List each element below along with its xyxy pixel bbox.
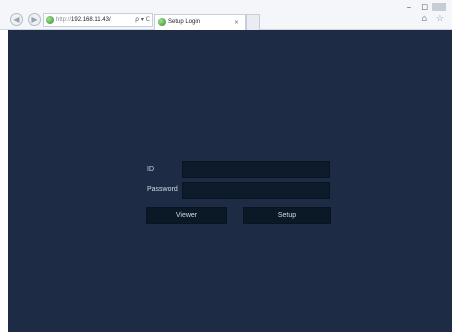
window-close-icon[interactable] bbox=[432, 3, 446, 11]
id-label: ID bbox=[147, 166, 154, 173]
window-controls-glyphs[interactable]: ‒ □ bbox=[407, 3, 432, 11]
address-protocol: http:// bbox=[56, 17, 72, 23]
browser-toolbar-icons[interactable]: ⌂ ☆ bbox=[421, 14, 447, 24]
window-controls[interactable]: ‒ □ bbox=[407, 3, 446, 11]
tab-close-icon[interactable]: × bbox=[234, 15, 239, 30]
password-label: Password bbox=[147, 186, 178, 193]
password-input[interactable] bbox=[182, 182, 330, 199]
new-tab-button[interactable] bbox=[246, 14, 260, 30]
page-viewport: ID Password Viewer Setup bbox=[8, 30, 452, 332]
site-globe-icon bbox=[46, 16, 54, 24]
id-input[interactable] bbox=[182, 161, 330, 178]
back-button[interactable]: ◀ bbox=[10, 13, 23, 26]
tab-setup-login[interactable]: Setup Login × bbox=[154, 14, 246, 30]
address-host: 192.168.11.43/ bbox=[71, 17, 111, 23]
tab-title: Setup Login bbox=[168, 19, 201, 25]
browser-chrome: ◀ ▶ http://192.168.11.43/ ρ ▾ C Setup Lo… bbox=[0, 0, 452, 30]
setup-button[interactable]: Setup bbox=[243, 207, 331, 224]
tab-globe-icon bbox=[158, 18, 166, 26]
address-bar[interactable]: http://192.168.11.43/ ρ ▾ C bbox=[43, 13, 153, 27]
forward-button[interactable]: ▶ bbox=[28, 13, 41, 26]
viewer-button[interactable]: Viewer bbox=[146, 207, 227, 224]
address-tools[interactable]: ρ ▾ C bbox=[135, 14, 150, 26]
